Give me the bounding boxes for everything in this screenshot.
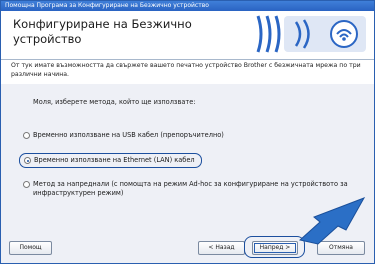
wizard-window: Помощна Програма за Конфигуриране на Без… [0, 0, 375, 264]
option-ethernet-label: Временно използване на Ethernet (LAN) ка… [34, 156, 195, 164]
window-title: Помощна Програма за Конфигуриране на Без… [1, 1, 374, 11]
page-title: Конфигуриране на Безжично устройство [13, 17, 192, 46]
option-ethernet-cable[interactable]: Временно използване на Ethernet (LAN) ка… [19, 153, 202, 168]
option-usb-label: Временно използване на USB кабел (препор… [33, 131, 224, 139]
intro-text: От тук имате възможността да свържете ва… [11, 62, 361, 78]
pointer-arrow-icon [298, 197, 366, 245]
radio-ethernet[interactable] [24, 157, 31, 164]
wizard-header: Конфигуриране на Безжично устройство [1, 11, 374, 59]
header-divider [1, 59, 374, 60]
help-button[interactable]: Помощ [9, 241, 52, 255]
wireless-logo-icon [256, 15, 366, 53]
method-prompt: Моля, изберете метода, който ще използва… [33, 98, 196, 106]
radio-usb[interactable] [23, 132, 30, 139]
back-button[interactable]: < Назад [198, 241, 245, 255]
option-usb-cable[interactable]: Временно използване на USB кабел (препор… [23, 131, 224, 140]
radio-advanced[interactable] [23, 181, 30, 188]
